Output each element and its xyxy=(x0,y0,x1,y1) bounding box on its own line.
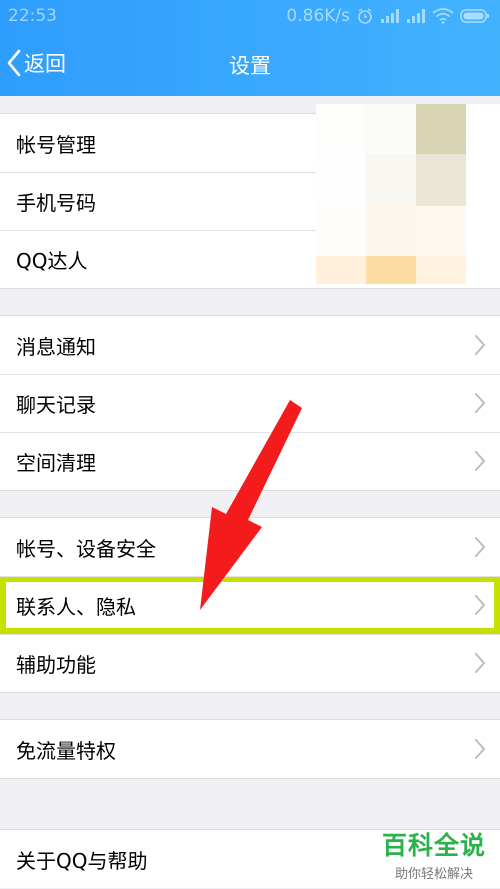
chevron-right-icon xyxy=(475,595,485,615)
settings-item-storage-cleanup[interactable]: 空间清理 xyxy=(0,432,500,490)
alarm-icon xyxy=(358,8,372,24)
settings-item-contacts-privacy[interactable]: 联系人、隐私 xyxy=(0,576,500,634)
watermark-subtitle: 助你轻松解决 xyxy=(394,867,473,882)
settings-group-data-privileges: 免流量特权 xyxy=(0,719,500,779)
signal-icon xyxy=(407,9,425,23)
wifi-icon xyxy=(432,8,454,24)
settings-item-label: QQ达人 xyxy=(16,248,88,273)
settings-item-accessibility[interactable]: 辅助功能 xyxy=(0,634,500,692)
chevron-right-icon xyxy=(475,451,485,471)
watermark-title: 百科全说 xyxy=(381,831,486,860)
settings-item-notifications[interactable]: 消息通知 xyxy=(0,316,500,374)
status-bar: 22:53 0.86K/s xyxy=(0,0,500,32)
blurred-info xyxy=(316,104,500,284)
chevron-right-icon xyxy=(475,393,485,413)
chevron-right-icon xyxy=(475,335,485,355)
battery-icon xyxy=(460,9,489,23)
settings-item-label: 空间清理 xyxy=(16,450,96,475)
settings-group-security: 帐号、设备安全 联系人、隐私 辅助功能 xyxy=(0,517,500,693)
settings-item-account-device-security[interactable]: 帐号、设备安全 xyxy=(0,518,500,576)
settings-item-label: 聊天记录 xyxy=(16,392,96,417)
chevron-right-icon xyxy=(475,653,485,673)
header: 22:53 0.86K/s 返回 设置 xyxy=(0,0,500,96)
status-time: 22:53 xyxy=(8,6,57,26)
settings-item-label: 免流量特权 xyxy=(16,738,116,763)
network-speed: 0.86K/s xyxy=(286,6,350,26)
status-icons: 0.86K/s xyxy=(286,6,490,26)
settings-item-label: 帐号管理 xyxy=(16,132,96,157)
chevron-right-icon xyxy=(475,537,485,557)
page-title: 设置 xyxy=(229,54,271,78)
settings-item-label: 辅助功能 xyxy=(16,652,96,677)
settings-group-messages: 消息通知 聊天记录 空间清理 xyxy=(0,315,500,491)
chevron-right-icon xyxy=(475,739,485,759)
watermark-logo: 百科全说 助你轻松解决 xyxy=(382,826,486,882)
settings-item-label: 消息通知 xyxy=(16,334,96,359)
nav-bar: 返回 设置 xyxy=(0,32,500,96)
settings-item-label: 帐号、设备安全 xyxy=(16,536,156,561)
settings-item-chat-history[interactable]: 聊天记录 xyxy=(0,374,500,432)
settings-item-free-data[interactable]: 免流量特权 xyxy=(0,720,500,778)
settings-item-label: 手机号码 xyxy=(16,190,96,215)
signal-icon xyxy=(381,9,399,23)
settings-item-label: 关于QQ与帮助 xyxy=(16,848,148,873)
settings-item-label: 联系人、隐私 xyxy=(16,594,136,619)
